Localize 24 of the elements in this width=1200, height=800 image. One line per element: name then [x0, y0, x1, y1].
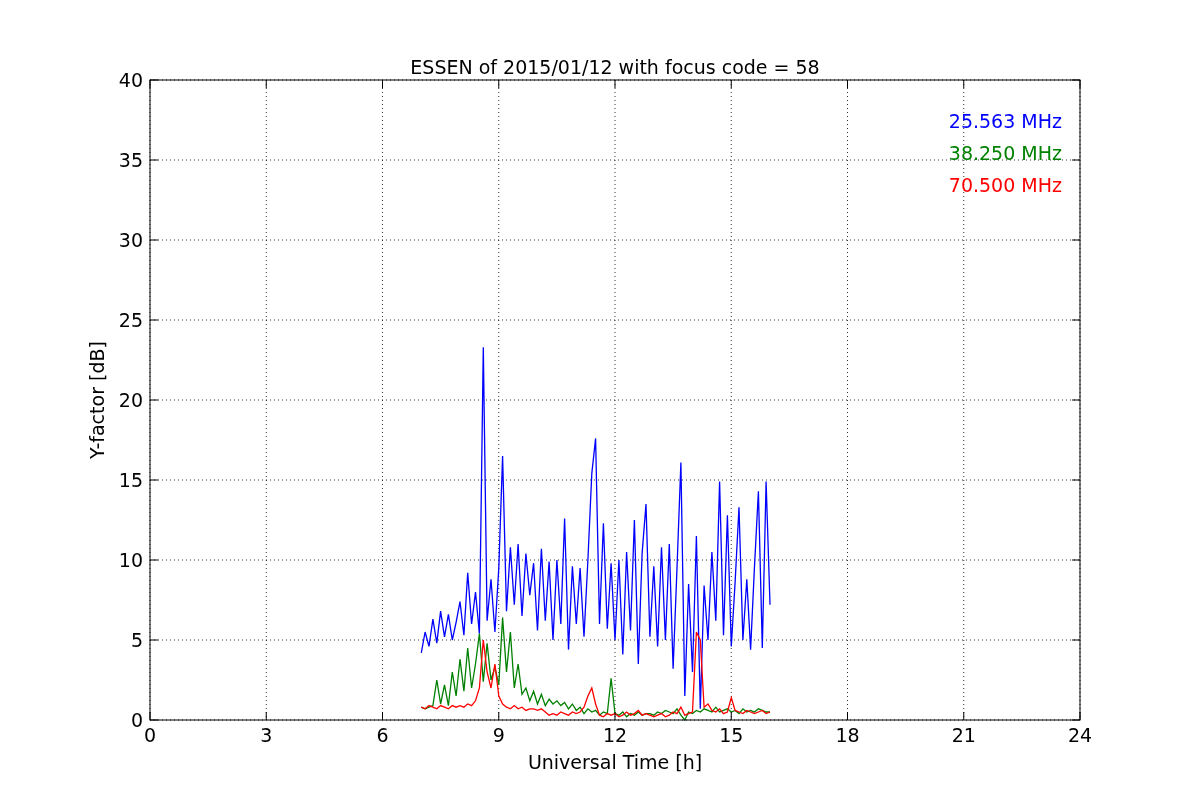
tick-label: 0 — [143, 724, 157, 746]
tick-label: 5 — [130, 629, 143, 651]
tick-label: 20 — [118, 389, 143, 411]
legend-label: 25.563 MHz — [948, 110, 1062, 132]
tick-label: 40 — [118, 69, 143, 91]
chart-title: ESSEN of 2015/01/12 with focus code = 58 — [410, 56, 820, 78]
tick-label: 9 — [492, 724, 505, 746]
legend-label: 38.250 MHz — [948, 142, 1062, 164]
tick-label: 6 — [376, 724, 389, 746]
tick-label: 10 — [118, 549, 143, 571]
tick-label: 18 — [835, 724, 860, 746]
tick-label: 3 — [260, 724, 273, 746]
tick-label: 21 — [951, 724, 976, 746]
tick-label: 30 — [118, 229, 143, 251]
axis-label: Y-factor [dB] — [86, 341, 108, 459]
tick-label: 12 — [602, 724, 628, 746]
axis-label: Universal Time [h] — [527, 751, 703, 773]
tick-label: 15 — [719, 724, 744, 746]
tick-label: 0 — [130, 709, 143, 731]
tick-label: 15 — [118, 469, 143, 491]
legend-label: 70.500 MHz — [948, 174, 1062, 196]
tick-label: 24 — [1067, 724, 1093, 746]
tick-label: 35 — [118, 149, 143, 171]
tick-label: 25 — [118, 309, 143, 331]
